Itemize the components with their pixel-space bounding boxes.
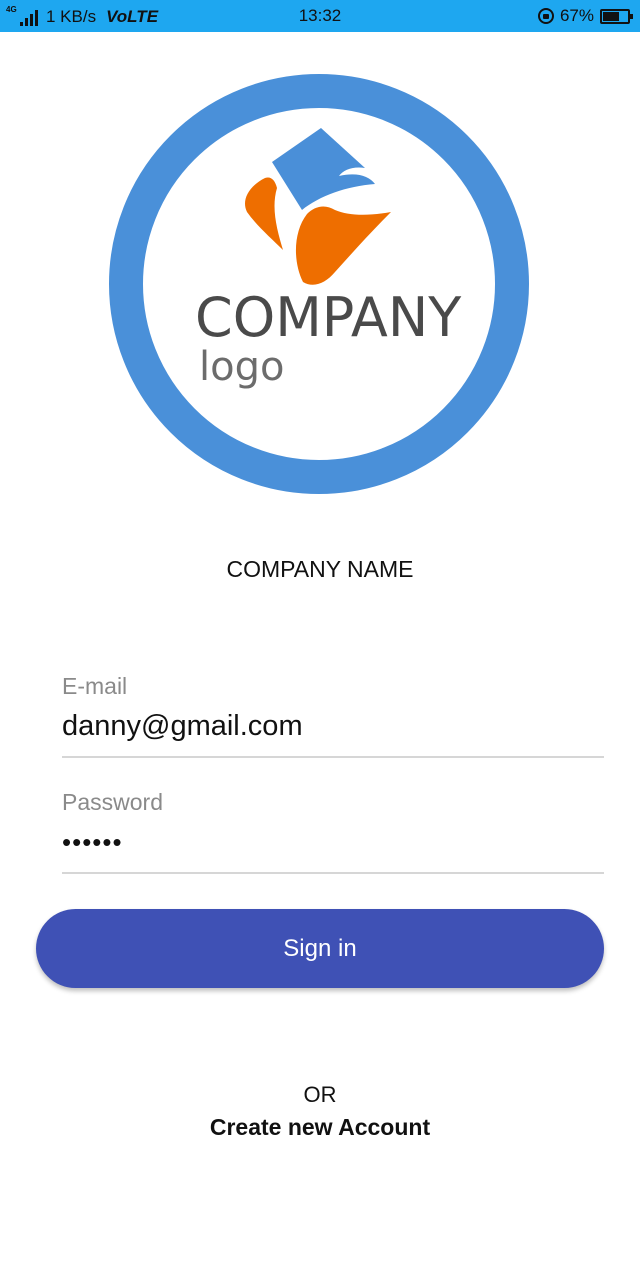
email-input[interactable]: danny@gmail.com: [62, 708, 604, 744]
password-label: Password: [62, 789, 163, 815]
status-right: 67%: [537, 5, 633, 27]
company-name-label: COMPANY NAME: [226, 556, 414, 582]
email-underline: [62, 756, 604, 758]
logo-subtitle: logo: [199, 344, 285, 390]
logo-orange-left-shape: [245, 177, 283, 250]
logo-graphic: [109, 74, 529, 494]
company-logo: COMPANY logo: [107, 72, 531, 496]
create-account-link[interactable]: Create new Account: [0, 1114, 640, 1141]
login-screen: 4G 1 KB/s VoLTE 13:32 67% COMPANY logo C…: [0, 0, 640, 1280]
battery-level-fill: [603, 11, 619, 21]
rotation-lock-icon: [537, 8, 554, 24]
password-field[interactable]: Password ••••••: [62, 788, 604, 874]
or-divider-text: OR: [303, 1082, 337, 1107]
battery-percent: 67%: [559, 6, 594, 25]
password-input[interactable]: ••••••: [62, 824, 604, 860]
logo-blue-shape: [272, 128, 375, 210]
password-underline: [62, 872, 604, 874]
email-field[interactable]: E-mail danny@gmail.com: [62, 672, 604, 758]
battery-icon: [600, 8, 633, 24]
sign-in-button[interactable]: Sign in: [36, 909, 604, 988]
email-label: E-mail: [62, 673, 128, 699]
logo-orange-right-shape: [295, 206, 391, 285]
logo-wordmark: COMPANY: [195, 286, 462, 349]
status-bar: 4G 1 KB/s VoLTE 13:32 67%: [0, 0, 640, 32]
